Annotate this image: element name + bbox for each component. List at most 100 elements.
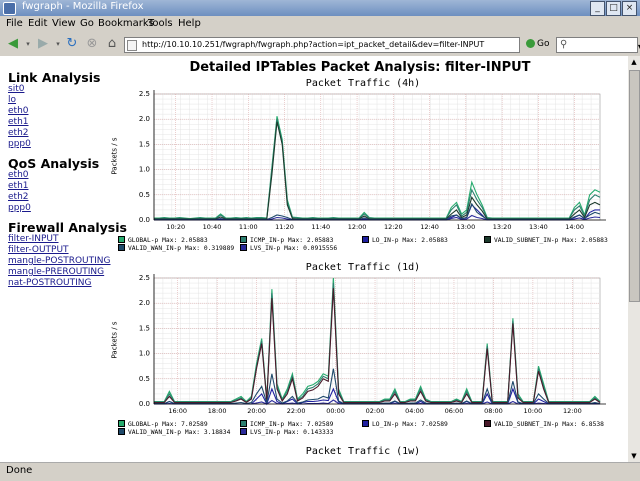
legend-label: ICMP_IN-p Max: 2.05883: [250, 237, 334, 244]
y-tick-label: 2.0: [139, 299, 150, 307]
close-button[interactable]: ×: [622, 1, 637, 16]
x-tick-label: 12:00: [348, 223, 367, 231]
y-tick-label: 1.5: [139, 140, 150, 148]
legend-label: VALID_WAN_IN-p Max: 0.319889: [128, 245, 235, 252]
graph-4h: Packet Traffic (4h) Packets / s 0.0 0.5 1.…: [111, 78, 610, 256]
maximize-button[interactable]: □: [606, 1, 621, 16]
x-tick-label: 06:00: [445, 407, 464, 415]
x-tick-label: 20:00: [247, 407, 266, 415]
x-tick-label: 13:20: [493, 223, 512, 231]
menu-file[interactable]: File: [6, 18, 23, 29]
legend-item: ICMP_IN-p Max: 7.02589: [240, 420, 333, 428]
sidebar-link-filter-output[interactable]: filter-OUTPUT: [8, 245, 69, 255]
address-bar[interactable]: http://10.10.10.251/fwgraph/fwgraph.php?…: [124, 37, 640, 55]
y-tick-label: 2.5: [139, 90, 150, 98]
sidebar-link-qos-eth0[interactable]: eth0: [8, 170, 29, 180]
menu-bookmarks[interactable]: Bookmarks: [98, 18, 154, 29]
sidebar-link-eth0[interactable]: eth0: [8, 106, 29, 116]
legend-swatch: [118, 236, 125, 243]
go-button[interactable]: Go: [526, 37, 554, 51]
x-tick-label: 12:20: [384, 223, 403, 231]
menubar: File Edit View Go Bookmarks Tools Help: [0, 16, 640, 34]
legend-swatch: [240, 420, 247, 427]
legend-label: VALID_SUBNET_IN-p Max: 2.05883: [494, 237, 608, 244]
sidebar-link-nat-postrouting[interactable]: nat-POSTROUTING: [8, 278, 92, 288]
x-tick-label: 12:40: [420, 223, 439, 231]
page-content: Link Analysis sit0 lo eth0 eth1 eth2 ppp…: [0, 56, 628, 462]
y-tick-label: 1.0: [139, 166, 150, 174]
legend-label: GLOBAL-p Max: 2.05883: [128, 237, 208, 244]
graph-1w: Packet Traffic (1w): [116, 446, 610, 462]
chart-plot-1d: 0.0 0.5 1.0 1.5 2.0 2.5 16:00 18:00 20:00 22:00 00…: [139, 274, 606, 415]
sidebar-link-eth1[interactable]: eth1: [8, 117, 29, 127]
menu-help[interactable]: Help: [178, 18, 201, 29]
sidebar-link-qos-eth1[interactable]: eth1: [8, 181, 29, 191]
sidebar-link-sit0[interactable]: sit0: [8, 84, 24, 94]
x-tick-label: 11:20: [275, 223, 294, 231]
legend-item: LO_IN-p Max: 7.02589: [362, 420, 448, 428]
search-input[interactable]: ⚲: [556, 37, 638, 53]
sidebar-link-qos-ppp0[interactable]: ppp0: [8, 203, 31, 213]
x-tick-label: 10:00: [524, 407, 543, 415]
back-dropdown-icon[interactable]: ▾: [24, 36, 32, 52]
menu-edit[interactable]: Edit: [28, 18, 47, 29]
scrollbar-thumb[interactable]: [629, 70, 640, 302]
x-tick-label: 13:40: [529, 223, 548, 231]
x-tick-label: 18:00: [208, 407, 227, 415]
legend-item: LVS_IN-p Max: 0.0915556: [240, 244, 337, 252]
page-title: Detailed IPTables Packet Analysis: filte…: [189, 60, 531, 75]
home-icon[interactable]: ⌂: [104, 36, 120, 52]
reload-icon[interactable]: ↻: [64, 36, 80, 52]
legend-swatch: [118, 428, 125, 435]
legend-label: LO_IN-p Max: 2.05883: [372, 237, 448, 244]
sidebar-link-ppp0[interactable]: ppp0: [8, 139, 31, 149]
menu-go[interactable]: Go: [80, 18, 94, 29]
forward-arrow-icon[interactable]: ▶: [34, 36, 52, 52]
legend-item: LVS_IN-p Max: 0.143333: [240, 428, 333, 436]
legend-item: ICMP_IN-p Max: 2.05883: [240, 236, 333, 244]
sidebar-link-filter-input[interactable]: filter-INPUT: [8, 234, 59, 244]
legend-item: GLOBAL-p Max: 7.02589: [118, 420, 208, 428]
x-tick-label: 02:00: [366, 407, 385, 415]
y-tick-label: 2.0: [139, 115, 150, 123]
legend-item: VALID_SUBNET_IN-p Max: 2.05883: [484, 236, 608, 244]
back-arrow-icon[interactable]: ◀: [4, 36, 22, 52]
menu-view[interactable]: View: [52, 18, 76, 29]
legend-label: VALID_WAN_IN-p Max: 3.18834: [128, 429, 231, 436]
legend-item: GLOBAL-p Max: 2.05883: [118, 236, 208, 244]
x-tick-label: 13:00: [456, 223, 475, 231]
legend-item: LO_IN-p Max: 2.05883: [362, 236, 448, 244]
legend-item: VALID_SUBNET_IN-p Max: 6.8538: [484, 420, 604, 428]
x-tick-label: 08:00: [484, 407, 503, 415]
sidebar-link-eth2[interactable]: eth2: [8, 128, 29, 138]
legend-label: GLOBAL-p Max: 7.02589: [128, 421, 208, 428]
y-tick-label: 0.0: [139, 400, 150, 408]
legend-label: VALID_SUBNET_IN-p Max: 6.8538: [494, 421, 604, 428]
stop-icon[interactable]: ⊗: [84, 36, 100, 52]
minimize-button[interactable]: _: [590, 1, 605, 16]
address-text: http://10.10.10.251/fwgraph/fwgraph.php?…: [142, 40, 485, 49]
x-tick-label: 10:20: [166, 223, 185, 231]
go-label: Go: [537, 39, 550, 49]
y-tick-label: 0.5: [139, 191, 150, 199]
x-tick-label: 16:00: [168, 407, 187, 415]
legend-swatch: [118, 244, 125, 251]
window-titlebar: fwgraph - Mozilla Firefox _ □ ×: [0, 0, 640, 16]
x-tick-label: 11:00: [239, 223, 258, 231]
legend-label: LO_IN-p Max: 7.02589: [372, 421, 448, 428]
x-tick-label: 10:40: [203, 223, 222, 231]
legend-swatch: [240, 428, 247, 435]
sidebar-link-mangle-prerouting[interactable]: mangle-PREROUTING: [8, 267, 104, 277]
page-icon: [127, 40, 137, 51]
legend-label: ICMP_IN-p Max: 7.02589: [250, 421, 334, 428]
vertical-scrollbar[interactable]: ▲ ▼: [628, 56, 640, 462]
chart-title: Packet Traffic (1w): [305, 446, 421, 457]
forward-dropdown-icon[interactable]: ▾: [54, 36, 62, 52]
sidebar-link-qos-eth2[interactable]: eth2: [8, 192, 29, 202]
scroll-up-icon[interactable]: ▲: [628, 56, 640, 68]
scroll-down-icon[interactable]: ▼: [628, 450, 640, 462]
sidebar-link-mangle-postrouting[interactable]: mangle-POSTROUTING: [8, 256, 111, 266]
menu-tools[interactable]: Tools: [148, 18, 173, 29]
y-tick-label: 0.0: [139, 216, 150, 224]
sidebar-link-lo[interactable]: lo: [8, 95, 16, 105]
